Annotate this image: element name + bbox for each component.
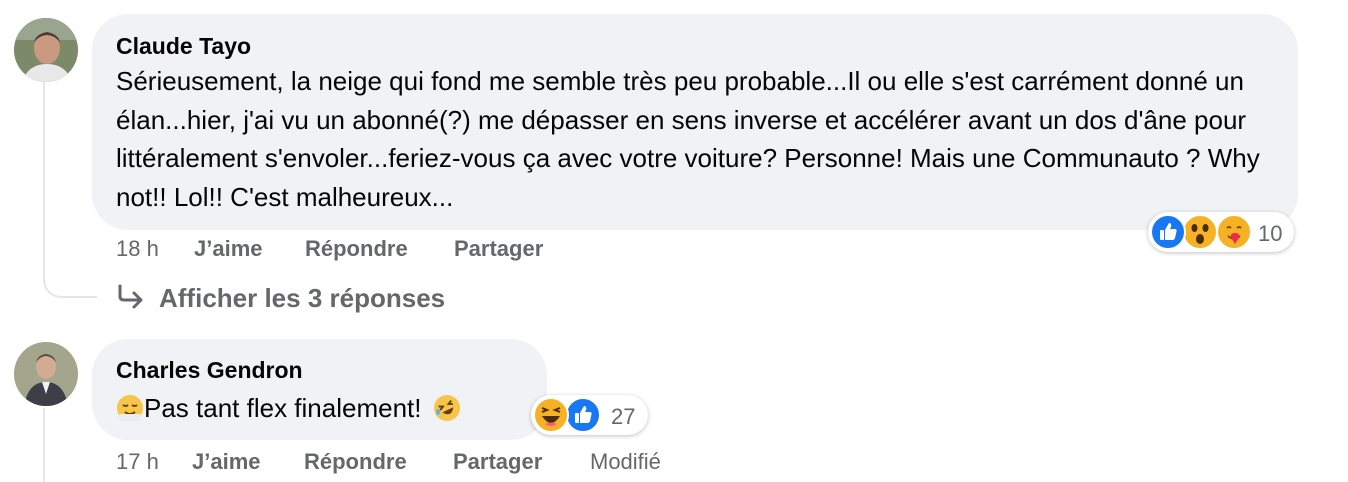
comment-timestamp[interactable]: 18 h: [116, 236, 159, 262]
avatar-photo: [14, 342, 78, 406]
thread-line-corner: [43, 270, 97, 298]
comment-timestamp[interactable]: 17 h: [116, 449, 159, 475]
share-button[interactable]: Partager: [454, 236, 543, 262]
comment-author[interactable]: Claude Tayo: [116, 33, 251, 60]
wow-reaction-icon: [1182, 214, 1218, 250]
reply-button[interactable]: Répondre: [304, 449, 407, 475]
haha-reaction-icon: [533, 397, 569, 433]
edited-label: Modifié: [590, 449, 661, 474]
reactions-summary[interactable]: 27: [531, 395, 648, 435]
comment-author[interactable]: Charles Gendron: [116, 357, 303, 384]
avatar-photo: [14, 18, 78, 82]
view-replies-link[interactable]: Afficher les 3 réponses: [159, 283, 445, 314]
like-reaction-icon: [565, 397, 601, 433]
avatar[interactable]: [14, 18, 78, 82]
like-button[interactable]: J’aime: [192, 449, 261, 475]
like-reaction-icon: [1150, 214, 1186, 250]
relieved-face-emoji: [116, 394, 144, 422]
rolling-laughing-emoji: [433, 394, 461, 422]
care-reaction-icon: [1216, 214, 1252, 250]
reply-arrow-icon: [116, 284, 146, 315]
comment-text: Pas tant flex finalement!: [144, 393, 422, 423]
reaction-count: 27: [611, 404, 636, 429]
thread-line-vertical: [43, 82, 45, 282]
avatar[interactable]: [14, 342, 78, 406]
like-button[interactable]: J’aime: [194, 236, 263, 262]
share-button[interactable]: Partager: [453, 449, 542, 475]
comment-text-line: Pas tant flex finalement!: [116, 389, 461, 428]
reaction-count: 10: [1258, 221, 1283, 246]
comment-text: Sérieusement, la neige qui fond me sembl…: [116, 66, 1260, 212]
thread-line-vertical-2: [43, 408, 45, 482]
reactions-summary[interactable]: 10: [1148, 212, 1294, 252]
reply-button[interactable]: Répondre: [305, 236, 408, 262]
